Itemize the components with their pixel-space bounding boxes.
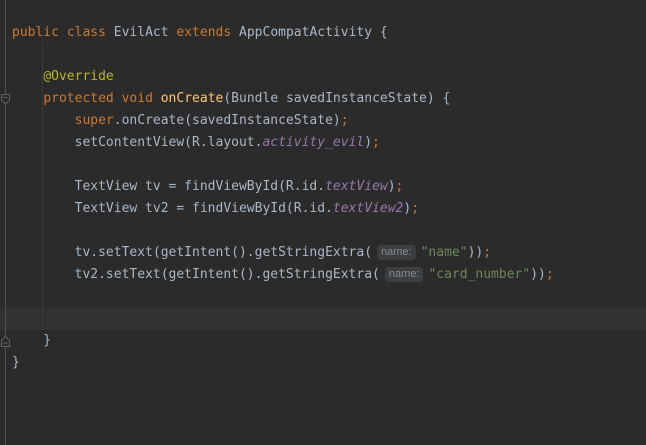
fold-collapse-start-icon[interactable] — [0, 93, 11, 106]
code-segment: ) — [364, 135, 372, 150]
code-segment: protected — [43, 91, 113, 106]
code-segment: extends — [176, 25, 231, 40]
code-segment: onCreate — [161, 91, 224, 106]
code-line[interactable]: TextView tv2 = findViewById(R.id.textVie… — [12, 198, 554, 220]
code-line[interactable]: setContentView(R.layout.activity_evil); — [12, 132, 554, 154]
code-area[interactable]: public class EvilAct extends AppCompatAc… — [12, 22, 554, 374]
code-segment: } — [12, 333, 51, 348]
code-segment: tv.setText(getIntent().getStringExtra( — [12, 245, 372, 260]
code-segment: super — [75, 113, 114, 128]
code-editor[interactable]: public class EvilAct extends AppCompatAc… — [0, 0, 646, 445]
gutter-fold-line — [5, 0, 6, 445]
parameter-name-hint-chip: name: — [377, 245, 416, 260]
code-line[interactable]: public class EvilAct extends AppCompatAc… — [12, 22, 554, 44]
code-line[interactable] — [12, 154, 554, 176]
code-segment — [12, 69, 43, 84]
code-segment: ; — [341, 113, 349, 128]
code-line[interactable] — [12, 44, 554, 66]
code-segment: ) — [388, 179, 396, 194]
code-segment: class — [67, 25, 106, 40]
code-segment: )) — [530, 267, 546, 282]
fold-collapse-end-icon[interactable] — [0, 335, 11, 348]
code-segment: setContentView(R.layout. — [12, 135, 262, 150]
code-segment — [153, 91, 161, 106]
code-segment: )) — [468, 245, 484, 260]
code-line[interactable] — [12, 220, 554, 242]
code-segment: "card_number" — [428, 267, 530, 282]
code-segment: tv2.setText(getIntent().getStringExtra( — [12, 267, 380, 282]
code-segment: (Bundle savedInstanceState) { — [223, 91, 450, 106]
code-segment — [59, 25, 67, 40]
code-segment: EvilAct — [106, 25, 176, 40]
code-line[interactable] — [12, 286, 554, 308]
code-line[interactable]: } — [12, 330, 554, 352]
code-segment: AppCompatActivity { — [231, 25, 388, 40]
code-line[interactable]: @Override — [12, 66, 554, 88]
parameter-name-hint-chip: name: — [385, 267, 424, 282]
code-line[interactable] — [12, 308, 554, 330]
code-line[interactable]: tv2.setText(getIntent().getStringExtra( n… — [12, 264, 554, 286]
code-segment: ; — [372, 135, 380, 150]
code-segment: } — [12, 355, 20, 370]
code-line[interactable]: super.onCreate(savedInstanceState); — [12, 110, 554, 132]
code-segment: TextView tv = findViewById(R.id. — [12, 179, 325, 194]
code-segment: TextView tv2 = findViewById(R.id. — [12, 201, 333, 216]
code-segment: .onCreate(savedInstanceState) — [114, 113, 341, 128]
code-segment: activity_evil — [262, 135, 364, 150]
code-segment: ; — [483, 245, 491, 260]
code-segment: ; — [396, 179, 404, 194]
code-segment: public — [12, 25, 59, 40]
code-line[interactable]: TextView tv = findViewById(R.id.textView… — [12, 176, 554, 198]
code-segment: textView — [325, 179, 388, 194]
code-line[interactable]: tv.setText(getIntent().getStringExtra( na… — [12, 242, 554, 264]
code-segment — [12, 91, 43, 106]
code-line[interactable]: protected void onCreate(Bundle savedInst… — [12, 88, 554, 110]
code-segment: ; — [546, 267, 554, 282]
code-segment: @Override — [43, 69, 113, 84]
code-segment: ) — [403, 201, 411, 216]
code-segment: textView2 — [333, 201, 403, 216]
code-segment: ; — [411, 201, 419, 216]
code-segment: "name" — [421, 245, 468, 260]
code-line[interactable]: } — [12, 352, 554, 374]
code-segment — [114, 91, 122, 106]
code-segment — [12, 113, 75, 128]
code-segment: void — [122, 91, 153, 106]
